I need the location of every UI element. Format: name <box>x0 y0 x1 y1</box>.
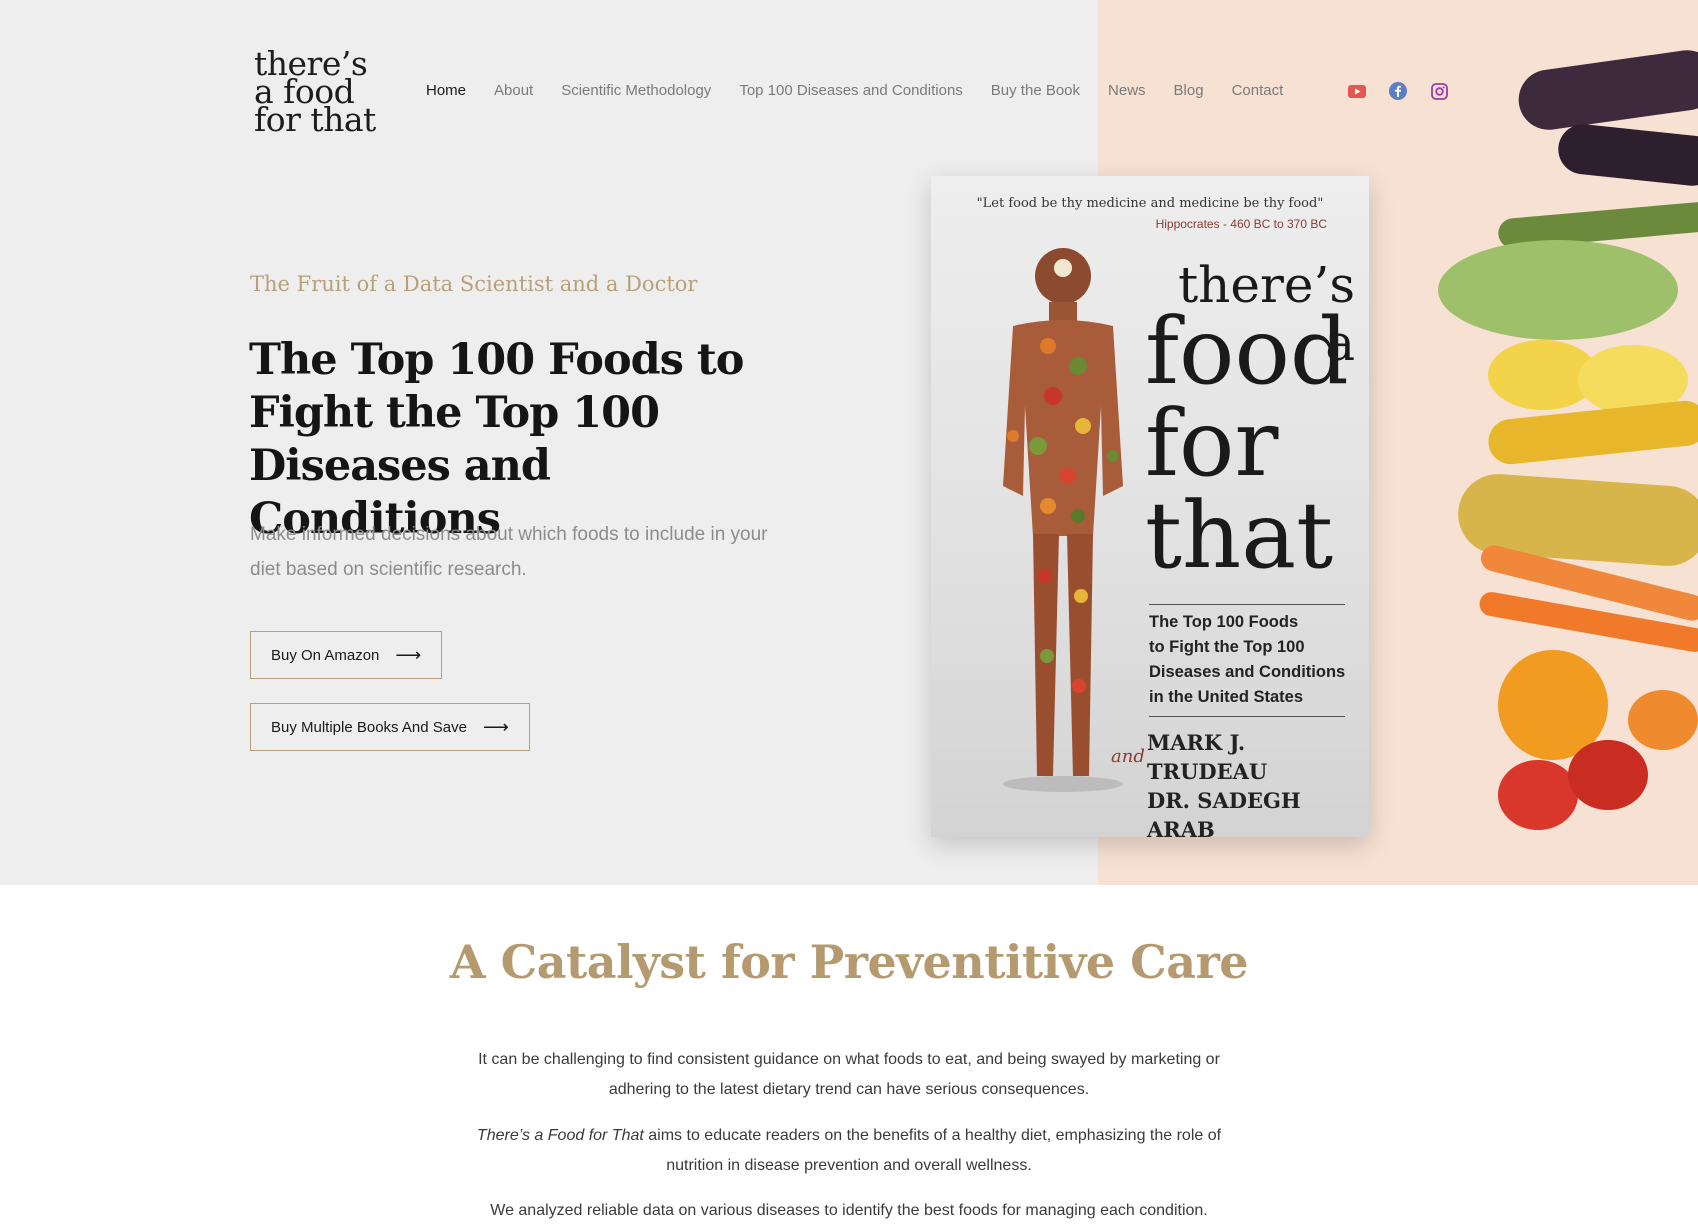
arrow-right-icon: ⟶ <box>482 716 509 737</box>
tomato-image <box>1568 740 1648 810</box>
nav-item-contact[interactable]: Contact <box>1232 82 1284 99</box>
book-title-line: food <box>1145 298 1349 405</box>
tomato-image <box>1498 760 1578 830</box>
youtube-icon[interactable] <box>1347 81 1367 101</box>
buy-multiple-books-button[interactable]: Buy Multiple Books And Save ⟶ <box>250 703 530 751</box>
nav-item-top-100-diseases[interactable]: Top 100 Diseases and Conditions <box>739 82 962 99</box>
hero-eyebrow: The Fruit of a Data Scientist and a Doct… <box>250 272 698 296</box>
book-authors: MARK J. TRUDEAU DR. SADEGH ARAB <box>1147 728 1362 837</box>
book-author: MARK J. TRUDEAU <box>1147 730 1268 784</box>
book-subtitle: The Top 100 Foods to Fight the Top 100 D… <box>1149 610 1354 710</box>
book-quote: "Let food be thy medicine and medicine b… <box>976 196 1324 211</box>
eggplant-image <box>1555 121 1698 189</box>
book-cover[interactable]: "Let food be thy medicine and medicine b… <box>931 176 1369 837</box>
book-title-line: for <box>1145 390 1279 497</box>
book-title-line: that <box>1145 482 1334 589</box>
social-links <box>1347 81 1449 101</box>
nav-item-news[interactable]: News <box>1108 82 1146 99</box>
book-author: DR. SADEGH ARAB <box>1147 788 1301 837</box>
food-human-figure <box>1003 248 1123 792</box>
button-label: Buy On Amazon <box>271 646 380 664</box>
site-logo[interactable]: there’s a food for that <box>254 47 394 139</box>
buy-on-amazon-button[interactable]: Buy On Amazon ⟶ <box>250 631 443 679</box>
nav-item-about[interactable]: About <box>494 82 533 99</box>
main-nav: Home About Scientific Methodology Top 10… <box>426 82 1311 99</box>
logo-line: for that <box>254 100 376 139</box>
book-subtitle-line: to Fight the Top 100 <box>1149 638 1305 656</box>
book-subtitle-line: The Top 100 Foods <box>1149 613 1299 631</box>
button-label: Buy Multiple Books And Save <box>271 718 467 736</box>
lettuce-image <box>1438 240 1678 340</box>
book-title-italic: There’s a Food for That <box>476 1127 644 1144</box>
book-and-script: and <box>1111 746 1145 767</box>
hero-lede: Make informed decisions about which food… <box>250 524 768 580</box>
nav-item-home[interactable]: Home <box>426 82 466 99</box>
book-subtitle-line: in the United States <box>1149 688 1304 706</box>
divider <box>1149 716 1345 717</box>
book-quote-source: Hippocrates - 460 BC to 370 BC <box>1155 217 1327 231</box>
nav-item-buy-the-book[interactable]: Buy the Book <box>991 82 1080 99</box>
nav-item-scientific-methodology[interactable]: Scientific Methodology <box>561 82 711 99</box>
arrow-right-icon: ⟶ <box>395 644 422 665</box>
nav-item-blog[interactable]: Blog <box>1174 82 1204 99</box>
banana-image <box>1486 398 1698 467</box>
catalyst-heading: A Catalyst for Preventitive Care <box>449 935 1249 989</box>
facebook-icon[interactable] <box>1388 81 1408 101</box>
hero-section: there’s a food for that Home About Scien… <box>0 0 1698 885</box>
catalyst-paragraph: It can be challenging to find consistent… <box>478 1051 1220 1098</box>
paragraph-text: aims to educate readers on the benefits … <box>643 1127 1222 1174</box>
instagram-icon[interactable] <box>1429 81 1449 101</box>
eggplant-image <box>1514 46 1698 134</box>
catalyst-paragraph: We analyzed reliable data on various dis… <box>490 1202 1208 1219</box>
book-subtitle-line: Diseases and Conditions <box>1149 663 1346 681</box>
pepper-image <box>1628 690 1698 750</box>
catalyst-paragraph: There’s a Food for That aims to educate … <box>449 1121 1249 1181</box>
hero-headline: The Top 100 Foods to Fight the Top 100 D… <box>249 335 744 544</box>
divider <box>1149 604 1345 605</box>
